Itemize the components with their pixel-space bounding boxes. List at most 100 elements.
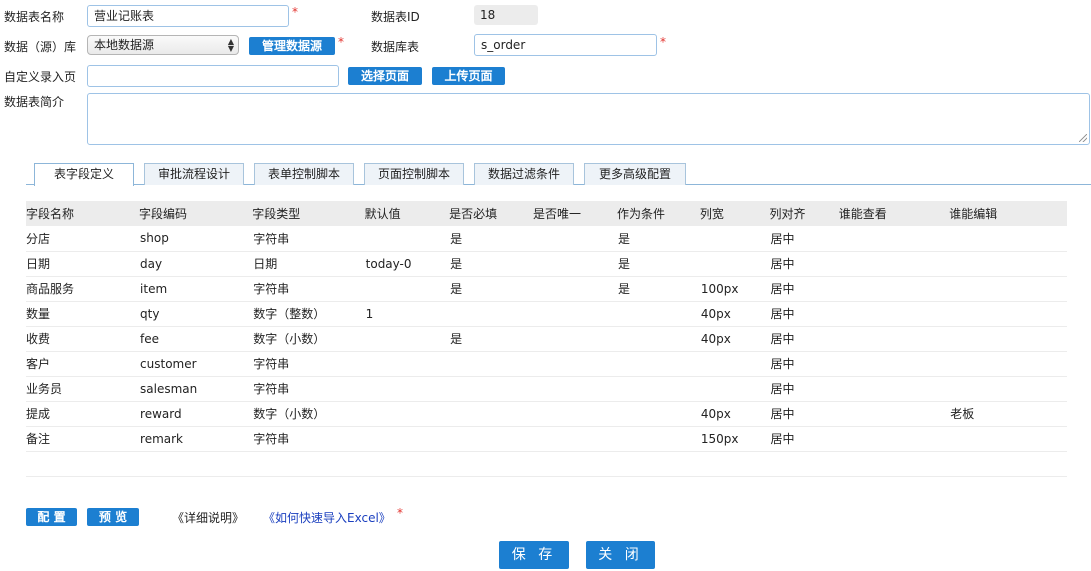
tab-approval-flow[interactable]: 审批流程设计	[144, 163, 244, 185]
table-row[interactable]: 客户 customer 字符串 居中	[26, 351, 1067, 377]
table-cell: 是	[449, 226, 534, 252]
choose-page-button[interactable]: 选择页面	[348, 67, 422, 85]
tab-form-script[interactable]: 表单控制脚本	[254, 163, 354, 185]
custom-page-input[interactable]	[87, 65, 339, 87]
table-cell: 收费	[26, 326, 140, 352]
table-cell: 商品服务	[26, 276, 140, 302]
table-row[interactable]: 备注 remark 字符串 150px 居中	[26, 426, 1067, 452]
upload-page-button[interactable]: 上传页面	[432, 67, 505, 85]
table-cell	[449, 351, 534, 377]
table-cell: 居中	[769, 251, 839, 277]
table-cell: today-0	[364, 251, 450, 277]
tab-field-definition[interactable]: 表字段定义	[34, 163, 134, 186]
table-cell	[699, 226, 770, 252]
table-cell	[949, 276, 1067, 302]
table-cell	[26, 451, 140, 477]
table-cell: 是	[616, 226, 700, 252]
table-row[interactable]: 业务员 salesman 字符串 居中	[26, 376, 1067, 402]
table-cell	[699, 451, 770, 477]
db-table-input[interactable]: s_order	[474, 34, 657, 56]
table-cell	[364, 376, 450, 402]
data-source-select[interactable]: 本地数据源 ▲ ▼	[87, 35, 239, 55]
tab-data-filter[interactable]: 数据过滤条件	[474, 163, 574, 185]
table-cell: 居中	[769, 351, 839, 377]
table-row[interactable]: 提成 reward 数字（小数） 40px 居中 老板	[26, 401, 1067, 427]
custom-page-label: 自定义录入页	[4, 70, 77, 84]
table-cell: shop	[139, 226, 253, 252]
table-cell	[364, 226, 450, 252]
table-row[interactable]: 商品服务 item 字符串是是 100px 居中	[26, 276, 1067, 302]
table-name-input[interactable]: 营业记账表	[87, 5, 289, 27]
table-cell	[533, 226, 617, 252]
table-cell	[364, 326, 450, 352]
table-cell	[949, 226, 1067, 252]
table-cell: 是	[449, 326, 534, 352]
column-header: 字段编码	[139, 201, 253, 226]
table-cell	[449, 376, 534, 402]
table-row[interactable]: 分店 shop 字符串 是 是 居中	[26, 226, 1067, 252]
table-cell: day	[139, 251, 253, 277]
table-cell	[838, 376, 950, 402]
description-textarea[interactable]	[87, 93, 1090, 145]
table-cell	[364, 276, 450, 302]
table-cell: remark	[139, 426, 253, 452]
table-cell	[838, 426, 950, 452]
table-cell: 居中	[769, 426, 839, 452]
table-row[interactable]: 数量 qty 数字（整数） 1 40px 居中	[26, 301, 1067, 327]
table-cell	[533, 276, 617, 302]
table-cell	[616, 301, 700, 327]
preview-button[interactable]: 预 览	[87, 508, 139, 526]
resize-grip-icon[interactable]	[1079, 134, 1087, 142]
table-cell: 是	[449, 276, 534, 302]
select-arrows-icon: ▲ ▼	[227, 37, 234, 53]
table-cell	[949, 301, 1067, 327]
save-button[interactable]: 保 存	[499, 541, 569, 569]
excel-import-link[interactable]: 《如何快速导入Excel》	[263, 509, 391, 526]
table-cell	[838, 451, 950, 477]
table-cell: qty	[139, 301, 253, 327]
column-header: 列宽	[699, 201, 770, 226]
close-button[interactable]: 关 闭	[586, 541, 655, 569]
table-cell: 150px	[699, 426, 770, 452]
table-cell	[533, 376, 617, 402]
table-cell	[533, 451, 617, 477]
table-cell	[838, 226, 950, 252]
manage-source-button[interactable]: 管理数据源	[249, 37, 335, 55]
data-source-label: 数据（源）库	[4, 40, 77, 54]
table-cell: 数字（小数）	[252, 326, 365, 352]
table-cell	[838, 351, 950, 377]
table-cell: 提成	[26, 401, 140, 427]
table-cell	[252, 451, 365, 477]
table-cell	[838, 276, 950, 302]
table-cell	[533, 301, 617, 327]
table-cell	[449, 426, 534, 452]
table-cell	[364, 426, 450, 452]
table-row[interactable]: 日期 day 日期 today-0 是是居中	[26, 251, 1067, 277]
table-cell: 字符串	[252, 376, 365, 402]
table-cell: 客户	[26, 351, 140, 377]
table-cell	[838, 251, 950, 277]
table-cell	[533, 401, 617, 427]
table-cell: 居中	[769, 226, 839, 252]
table-cell: 是	[616, 276, 700, 302]
config-button[interactable]: 配 置	[26, 508, 77, 526]
table-cell: 字符串	[252, 351, 365, 377]
table-cell	[616, 451, 700, 477]
table-cell	[949, 451, 1067, 477]
table-cell	[838, 401, 950, 427]
table-cell	[949, 351, 1067, 377]
detail-link[interactable]: 《详细说明》	[172, 509, 244, 526]
table-cell: 数字（整数）	[252, 301, 365, 327]
table-cell	[616, 326, 700, 352]
table-row[interactable]: 收费 fee 数字（小数） 是 40px 居中	[26, 326, 1067, 352]
table-cell	[449, 451, 534, 477]
table-cell: reward	[139, 401, 253, 427]
table-cell	[364, 401, 450, 427]
tab-advanced-config[interactable]: 更多高级配置	[584, 163, 686, 185]
table-cell: 日期	[26, 251, 140, 277]
table-cell: 是	[616, 251, 700, 277]
table-cell	[616, 376, 700, 402]
tab-page-script[interactable]: 页面控制脚本	[364, 163, 464, 185]
table-cell	[769, 451, 839, 477]
table-id-value: 18	[474, 5, 538, 25]
